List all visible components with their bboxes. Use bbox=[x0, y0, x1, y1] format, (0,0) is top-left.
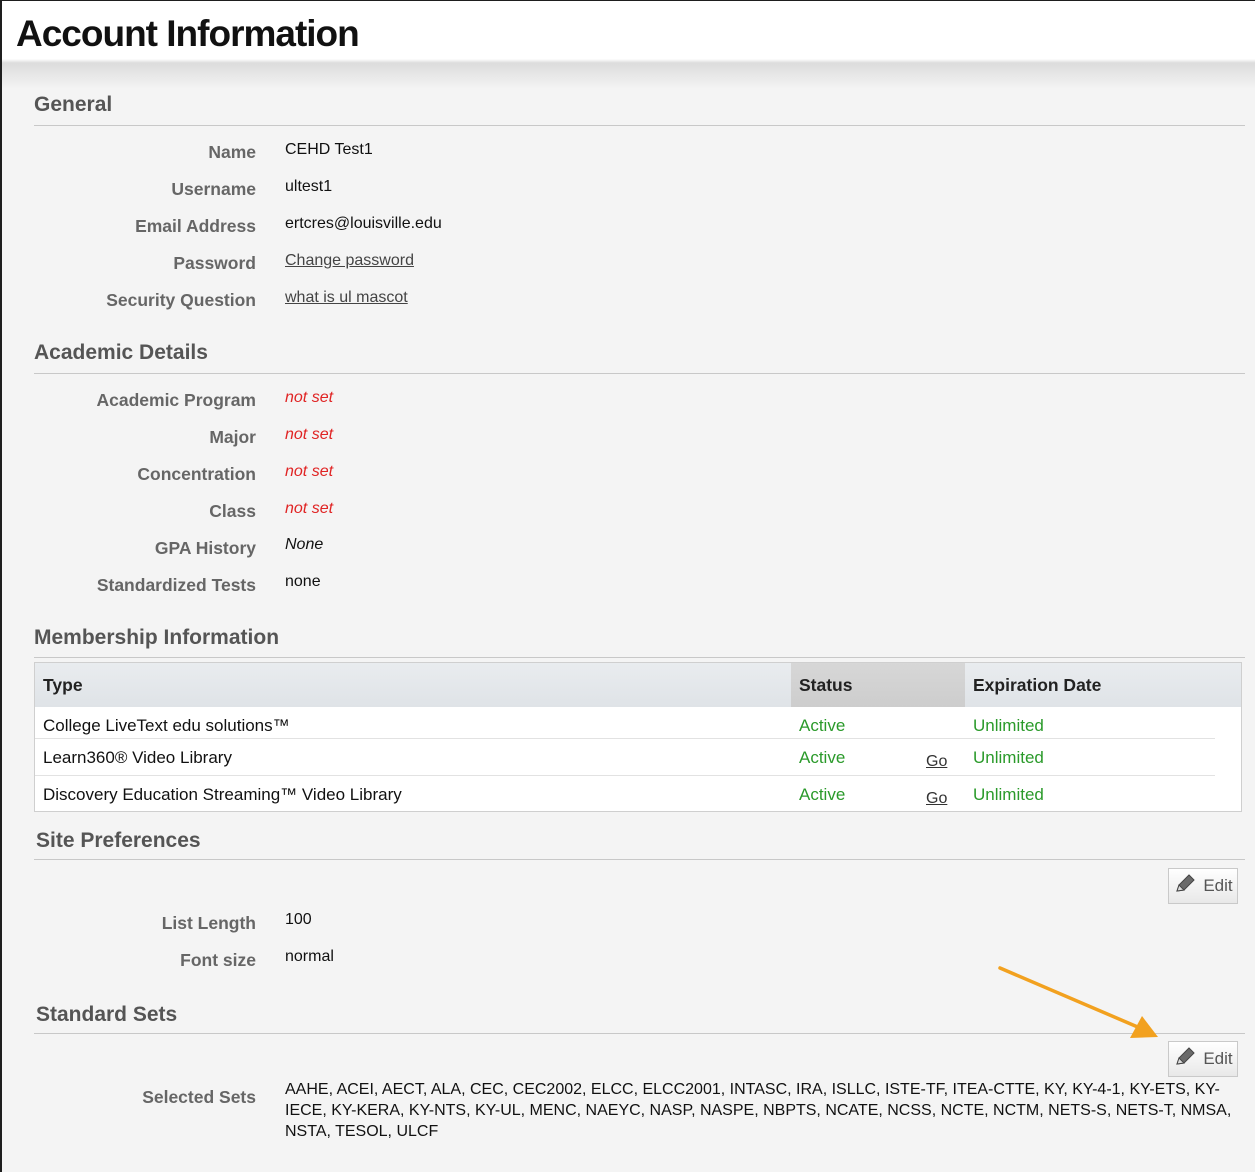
membership-expiration: Unlimited bbox=[973, 748, 1044, 767]
row-divider bbox=[35, 775, 1215, 776]
column-header-status[interactable]: Status bbox=[791, 663, 965, 707]
major-value: not set bbox=[285, 426, 334, 443]
standardized-tests-value: none bbox=[285, 573, 321, 590]
membership-status: Active bbox=[799, 785, 846, 804]
pencil-icon bbox=[1173, 1046, 1197, 1073]
major-label: Major bbox=[209, 427, 256, 447]
concentration-label: Concentration bbox=[137, 464, 256, 484]
list-length-value: 100 bbox=[285, 911, 312, 928]
membership-table: Type Status Expiration Date College Live… bbox=[34, 662, 1242, 812]
pencil-icon bbox=[1173, 873, 1197, 900]
go-link[interactable]: Go bbox=[926, 790, 947, 808]
name-value: CEHD Test1 bbox=[285, 141, 373, 158]
academic-program-label: Academic Program bbox=[96, 390, 256, 410]
section-divider bbox=[34, 859, 1245, 860]
section-title-general: General bbox=[34, 93, 113, 116]
list-length-label: List Length bbox=[161, 913, 256, 933]
section-divider bbox=[34, 373, 1245, 374]
edit-label: Edit bbox=[1203, 1049, 1233, 1068]
section-title-academic: Academic Details bbox=[34, 341, 208, 364]
membership-type: College LiveText edu solutions™ bbox=[43, 716, 290, 735]
class-value: not set bbox=[285, 500, 334, 517]
column-header-type[interactable]: Type bbox=[35, 663, 791, 707]
membership-status: Active bbox=[799, 748, 846, 767]
section-divider bbox=[34, 657, 1245, 658]
gpa-history-value: None bbox=[285, 536, 324, 553]
membership-expiration: Unlimited bbox=[973, 716, 1044, 735]
password-label: Password bbox=[173, 253, 256, 273]
email-value: ertcres@louisville.edu bbox=[285, 215, 442, 232]
section-title-membership: Membership Information bbox=[34, 626, 280, 649]
edit-label: Edit bbox=[1203, 876, 1233, 895]
arrow-annotation bbox=[998, 966, 1158, 1038]
section-title-site-preferences: Site Preferences bbox=[36, 829, 201, 852]
security-question-label: Security Question bbox=[106, 290, 256, 310]
page-title: Account Information bbox=[16, 13, 360, 54]
section-divider bbox=[34, 125, 1245, 126]
section-title-standard-sets: Standard Sets bbox=[36, 1003, 178, 1026]
membership-type: Learn360® Video Library bbox=[43, 748, 232, 767]
username-value: ultest1 bbox=[285, 178, 333, 195]
go-link[interactable]: Go bbox=[926, 753, 947, 771]
font-size-value: normal bbox=[285, 948, 334, 965]
column-header-expiration[interactable]: Expiration Date bbox=[965, 663, 1241, 707]
name-label: Name bbox=[208, 142, 256, 162]
change-password-link[interactable]: Change password bbox=[285, 252, 414, 270]
site-preferences-edit-button[interactable]: Edit bbox=[1168, 868, 1238, 904]
standardized-tests-label: Standardized Tests bbox=[96, 575, 256, 595]
class-label: Class bbox=[209, 501, 256, 521]
username-label: Username bbox=[171, 179, 256, 199]
membership-status: Active bbox=[799, 716, 846, 735]
selected-sets-label: Selected Sets bbox=[142, 1087, 256, 1107]
row-divider bbox=[35, 738, 1215, 739]
membership-expiration: Unlimited bbox=[973, 785, 1044, 804]
security-question-link[interactable]: what is ul mascot bbox=[285, 289, 408, 307]
title-bar: Account Information bbox=[2, 1, 1255, 89]
selected-sets-value: AAHE, ACEI, AECT, ALA, CEC, CEC2002, ELC… bbox=[285, 1081, 1232, 1140]
concentration-value: not set bbox=[285, 463, 334, 480]
membership-type: Discovery Education Streaming™ Video Lib… bbox=[43, 785, 402, 804]
gpa-history-label: GPA History bbox=[154, 538, 256, 558]
standard-sets-edit-button[interactable]: Edit bbox=[1168, 1041, 1238, 1077]
email-label: Email Address bbox=[135, 216, 256, 236]
font-size-label: Font size bbox=[180, 950, 256, 970]
academic-program-value: not set bbox=[285, 389, 334, 406]
